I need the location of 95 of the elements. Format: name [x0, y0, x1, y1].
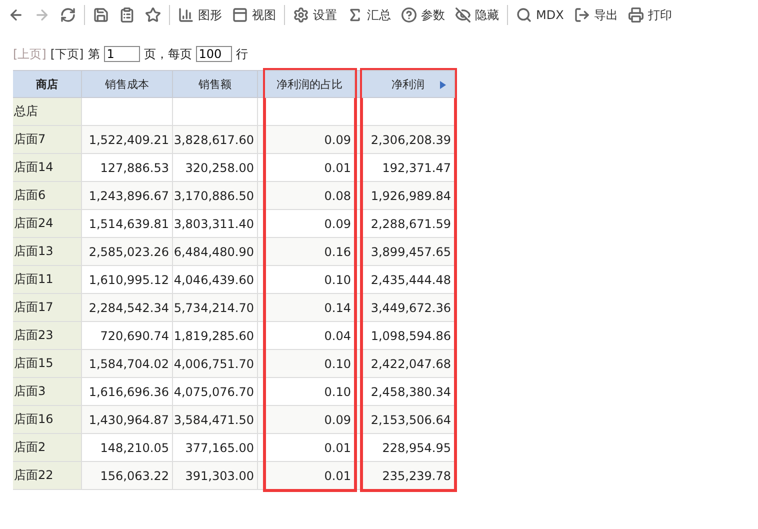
table-cell: 0.10 [265, 350, 355, 378]
row-header: 总店 [13, 98, 82, 126]
star-icon [145, 7, 161, 23]
save-icon [93, 7, 109, 23]
table-cell: 391,303.00 [173, 462, 258, 490]
bar-chart-icon [178, 7, 194, 23]
per-page-field[interactable]: 100 [196, 46, 232, 62]
table-cell: 3,803,311.40 [173, 210, 258, 238]
table-cell: 5,734,214.70 [173, 294, 258, 322]
table-cell: 0.14 [265, 294, 355, 322]
row-header: 店面14 [13, 154, 82, 182]
row-header: 店面11 [13, 266, 82, 294]
per-page-label: 页，每页 [144, 46, 192, 62]
refresh-button[interactable] [60, 7, 76, 23]
toolbar-button[interactable]: 导出 [574, 6, 618, 24]
clipboard-icon [119, 7, 135, 23]
toolbar-button[interactable]: 隐藏 [455, 6, 499, 24]
column-header[interactable]: 销售成本 [82, 70, 173, 98]
row-header: 店面23 [13, 322, 82, 350]
column-header[interactable]: 销售额 [173, 70, 258, 98]
table-cell: 0.01 [265, 462, 355, 490]
table-cell: 0.08 [265, 182, 355, 210]
search-icon [516, 7, 532, 23]
settings-icon [293, 7, 309, 23]
expand-arrow-icon[interactable] [440, 81, 446, 89]
row-header: 店面13 [13, 238, 82, 266]
table-cell: 3,899,457.65 [362, 238, 455, 266]
table-cell: 2,585,023.26 [82, 238, 173, 266]
table-cell: 2,284,542.34 [82, 294, 173, 322]
star-button[interactable] [145, 7, 161, 23]
save-button[interactable] [93, 7, 109, 23]
table-cell: 0.09 [265, 406, 355, 434]
rows-label: 行 [236, 46, 248, 62]
toolbar-button[interactable]: MDX [516, 7, 564, 23]
row-header: 店面3 [13, 378, 82, 406]
help-icon [401, 7, 417, 23]
table-cell: 2,306,208.39 [362, 126, 455, 154]
toolbar-button[interactable]: 设置 [293, 6, 337, 24]
table-cell: 3,449,672.36 [362, 294, 455, 322]
table-cell: 6,484,480.90 [173, 238, 258, 266]
clipboard-button[interactable] [119, 7, 135, 23]
back-button[interactable] [8, 7, 24, 23]
table-cell: 0.16 [265, 238, 355, 266]
logout-icon [574, 7, 590, 23]
table-cell: 156,063.22 [82, 462, 173, 490]
panel-icon [232, 7, 248, 23]
table-cell: 148,210.05 [82, 434, 173, 462]
toolbar-button[interactable]: 汇总 [347, 6, 391, 24]
page-label: 第 [88, 46, 100, 62]
table-cell: 1,819,285.60 [173, 322, 258, 350]
row-header: 店面6 [13, 182, 82, 210]
table-cell: 1,610,995.12 [82, 266, 173, 294]
column-header[interactable]: 商店 [13, 70, 82, 98]
table-cell: 4,006,751.70 [173, 350, 258, 378]
table-cell: 1,926,989.84 [362, 182, 455, 210]
table-cell: 1,243,896.67 [82, 182, 173, 210]
row-header: 店面2 [13, 434, 82, 462]
eye-off-icon [455, 7, 471, 23]
table-cell: 720,690.74 [82, 322, 173, 350]
row-header: 店面17 [13, 294, 82, 322]
row-header: 店面24 [13, 210, 82, 238]
next-page-link[interactable]: [下页] [50, 46, 84, 62]
page-field[interactable]: 1 [104, 46, 140, 62]
toolbar-button[interactable]: 视图 [232, 6, 276, 24]
toolbar-button[interactable]: 参数 [401, 6, 445, 24]
column-header[interactable]: 净利润的占比 [265, 70, 355, 98]
table-cell: 127,886.53 [82, 154, 173, 182]
table-cell: 4,046,439.60 [173, 266, 258, 294]
table-cell: 2,153,506.64 [362, 406, 455, 434]
row-header: 店面22 [13, 462, 82, 490]
table-cell: 1,522,409.21 [82, 126, 173, 154]
table-cell: 3,170,886.50 [173, 182, 258, 210]
table-cell: 1,514,639.81 [82, 210, 173, 238]
printer-icon [628, 7, 644, 23]
table-cell: 1,584,704.02 [82, 350, 173, 378]
table-cell: 2,422,047.68 [362, 350, 455, 378]
table-cell: 235,239.78 [362, 462, 455, 490]
toolbar-button[interactable]: 打印 [628, 6, 672, 24]
back-icon [8, 7, 24, 23]
table-cell: 1,430,964.87 [82, 406, 173, 434]
table-cell: 3,828,617.60 [173, 126, 258, 154]
forward-icon [34, 7, 50, 23]
sigma-icon [347, 7, 363, 23]
column-header[interactable]: 净利润 [362, 70, 455, 98]
toolbar-button[interactable]: 图形 [178, 6, 222, 24]
row-header: 店面7 [13, 126, 82, 154]
table-cell: 3,584,471.50 [173, 406, 258, 434]
row-header: 店面16 [13, 406, 82, 434]
table-cell: 0.09 [265, 126, 355, 154]
refresh-icon [60, 7, 76, 23]
table-cell: 1,616,696.36 [82, 378, 173, 406]
row-header: 店面15 [13, 350, 82, 378]
table-cell: 320,258.00 [173, 154, 258, 182]
table-cell: 377,165.00 [173, 434, 258, 462]
table-cell: 4,075,076.70 [173, 378, 258, 406]
